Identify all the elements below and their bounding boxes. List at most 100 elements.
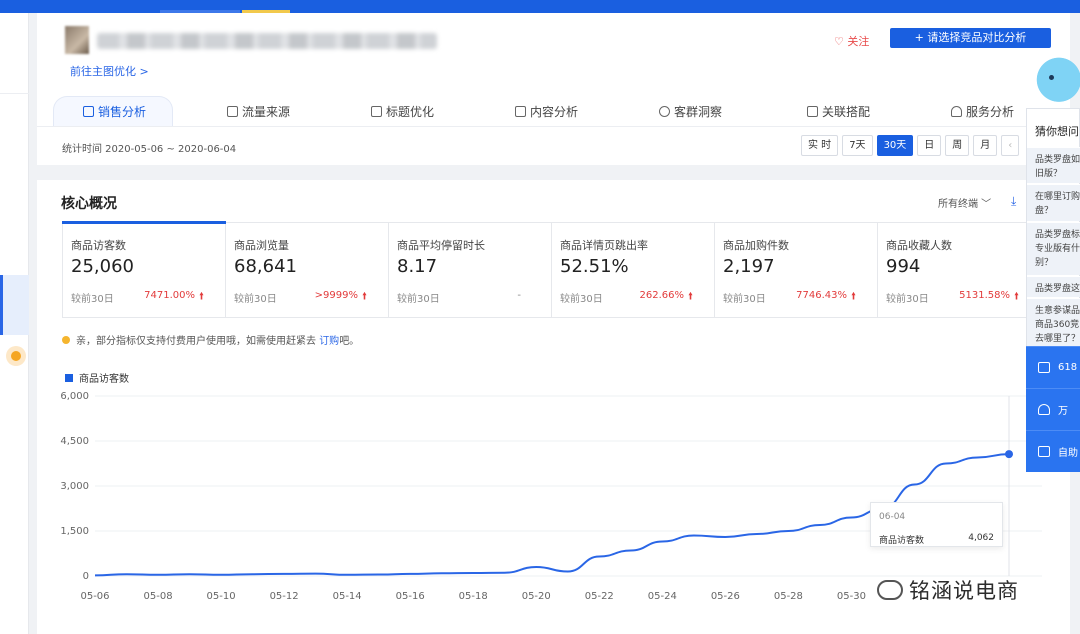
metric-change: 7471.00% <box>144 290 195 301</box>
range-7d-button[interactable]: 7天 <box>842 135 873 156</box>
help-question[interactable]: 品类罗盘这 <box>1027 276 1080 297</box>
info-dot-icon <box>62 335 70 344</box>
metric-label: 商品平均停留时长 <box>397 239 485 252</box>
notification-dot-icon[interactable] <box>6 346 26 366</box>
metric-value: 52.51% <box>560 256 629 277</box>
metric-change: 5131.58% <box>959 290 1010 301</box>
main-image-optimize-link[interactable]: 前往主图优化 > <box>70 63 149 79</box>
tab-related-match[interactable]: 关联搭配 <box>807 96 870 127</box>
download-icon[interactable]: ⤓ <box>1011 194 1016 209</box>
metric-change: 7746.43% <box>796 290 847 301</box>
mascot-icon[interactable] <box>1033 55 1080 110</box>
promo-618-button[interactable]: 618 <box>1026 346 1080 388</box>
metric-avg-stay[interactable]: 商品平均停留时长 8.17 较前30日 - <box>389 223 552 317</box>
y-tick-label: 3,000 <box>60 481 89 492</box>
range-week-button[interactable]: 周 <box>945 135 970 156</box>
range-month-button[interactable]: 月 <box>973 135 998 156</box>
metric-value: 25,060 <box>71 256 134 277</box>
x-tick-label: 05-22 <box>585 591 614 602</box>
bell-icon <box>1038 404 1050 415</box>
subscribe-link[interactable]: 订购 <box>319 336 339 347</box>
promo-icon <box>1038 362 1050 373</box>
x-tick-label: 05-16 <box>396 591 425 602</box>
arrow-up-icon: 🠙 <box>851 291 857 302</box>
x-tick-label: 05-12 <box>270 591 299 602</box>
metric-add-to-cart[interactable]: 商品加购件数 2,197 较前30日 7746.43% 🠙 <box>715 223 878 317</box>
tab-traffic-source[interactable]: 流量来源 <box>227 96 290 127</box>
tab-content-analysis[interactable]: 内容分析 <box>515 96 578 127</box>
stat-date-range: 统计时间 2020-05-06 ~ 2020-06-04 <box>62 144 237 155</box>
tab-service-analysis[interactable]: 服务分析 <box>951 96 1014 127</box>
shop-icon <box>83 106 94 117</box>
top-bar <box>0 0 1080 13</box>
x-tick-label: 05-18 <box>459 591 488 602</box>
self-service-button[interactable]: 自助 <box>1026 430 1080 472</box>
x-tick-label: 05-26 <box>711 591 740 602</box>
help-question[interactable]: 在哪里订购 盘？ <box>1027 184 1080 221</box>
metric-label: 商品访客数 <box>71 239 126 252</box>
y-tick-label: 1,500 <box>60 526 89 537</box>
metric-change: - <box>517 290 521 301</box>
metric-change: 262.66% <box>639 290 685 301</box>
metric-favorites[interactable]: 商品收藏人数 994 较前30日 5131.58% 🠙 <box>878 223 1041 317</box>
chart-tooltip: 06-04 商品访客数 4,062 <box>870 502 1003 547</box>
range-realtime-button[interactable]: 实 时 <box>801 135 839 156</box>
arrow-up-icon: 🠙 <box>688 291 694 302</box>
metric-value: 2,197 <box>723 256 775 277</box>
wechat-icon <box>877 580 903 600</box>
tab-title-optimize[interactable]: 标题优化 <box>371 96 434 127</box>
tab-customer-insight[interactable]: 客群洞察 <box>659 96 722 127</box>
metric-value: 68,641 <box>234 256 297 277</box>
product-thumbnail <box>65 26 89 54</box>
x-tick-label: 05-24 <box>648 591 677 602</box>
metric-label: 商品收藏人数 <box>886 239 952 252</box>
left-nav <box>0 13 29 634</box>
x-tick-label: 05-08 <box>144 591 173 602</box>
range-selector: 实 时 7天 30天 日 周 月 ‹ <box>801 135 1020 156</box>
metric-compare-label: 较前30日 <box>397 294 440 305</box>
metric-value: 8.17 <box>397 256 438 277</box>
x-tick-label: 05-20 <box>522 591 551 602</box>
paid-feature-notice: 亲，部分指标仅支持付费用户使用哦，如需使用赶紧去 订购吧。 <box>62 332 359 347</box>
core-overview-card: 核心概况 所有终端 ﹀ ⤓ 商品访客数 25,060 较前30日 7471.00… <box>37 180 1070 634</box>
metric-value: 994 <box>886 256 921 277</box>
watermark-text: 铭涵说电商 <box>909 579 1019 603</box>
trend-icon <box>371 106 382 117</box>
metric-compare-label: 较前30日 <box>71 294 114 305</box>
help-question[interactable]: 品类罗盘如 旧版？ <box>1027 147 1080 183</box>
metric-visitors[interactable]: 商品访客数 25,060 较前30日 7471.00% 🠙 <box>62 221 226 317</box>
metric-label: 商品浏览量 <box>234 239 289 252</box>
x-tick-label: 05-06 <box>80 591 109 602</box>
x-tick-label: 05-10 <box>207 591 236 602</box>
left-nav-divider <box>0 93 29 94</box>
terminal-dropdown[interactable]: 所有终端 ﹀ <box>938 195 991 210</box>
range-day-button[interactable]: 日 <box>917 135 942 156</box>
x-tick-label: 05-30 <box>837 591 866 602</box>
x-tick-label: 05-14 <box>333 591 362 602</box>
range-prev-button[interactable]: ‹ <box>1001 135 1020 156</box>
tooltip-date: 06-04 <box>879 512 906 522</box>
metric-label: 商品详情页跳出率 <box>560 239 648 252</box>
users-icon <box>659 106 670 117</box>
follow-button[interactable]: ♡ 关注 <box>834 33 869 49</box>
tab-sales-analysis[interactable]: 销售分析 <box>83 96 146 127</box>
metric-pageviews[interactable]: 商品浏览量 68,641 较前30日 >9999% 🠙 <box>226 223 389 317</box>
trend-icon <box>227 106 238 117</box>
left-nav-active-item[interactable] <box>0 275 29 335</box>
metric-label: 商品加购件数 <box>723 239 789 252</box>
help-question[interactable]: 生意参谋品 商品360竞 去哪里了？ <box>1027 298 1080 347</box>
headset-icon <box>951 106 962 117</box>
section-title: 核心概况 <box>61 196 117 212</box>
chat-icon <box>1038 446 1050 457</box>
watermark: 铭涵说电商 <box>877 575 1019 605</box>
notification-button[interactable]: 万 <box>1026 388 1080 430</box>
arrow-up-icon: 🠙 <box>1014 291 1020 302</box>
range-30d-button[interactable]: 30天 <box>876 135 914 156</box>
tooltip-series-name: 商品访客数 <box>879 536 925 546</box>
metric-compare-label: 较前30日 <box>886 294 929 305</box>
metric-bounce-rate[interactable]: 商品详情页跳出率 52.51% 较前30日 262.66% 🠙 <box>552 223 715 317</box>
y-tick-label: 0 <box>83 571 89 582</box>
doc-icon <box>515 106 526 117</box>
help-question[interactable]: 品类罗盘标 专业版有什 别？ <box>1027 222 1080 275</box>
compare-competitor-button[interactable]: + 请选择竞品对比分析 <box>890 28 1051 48</box>
